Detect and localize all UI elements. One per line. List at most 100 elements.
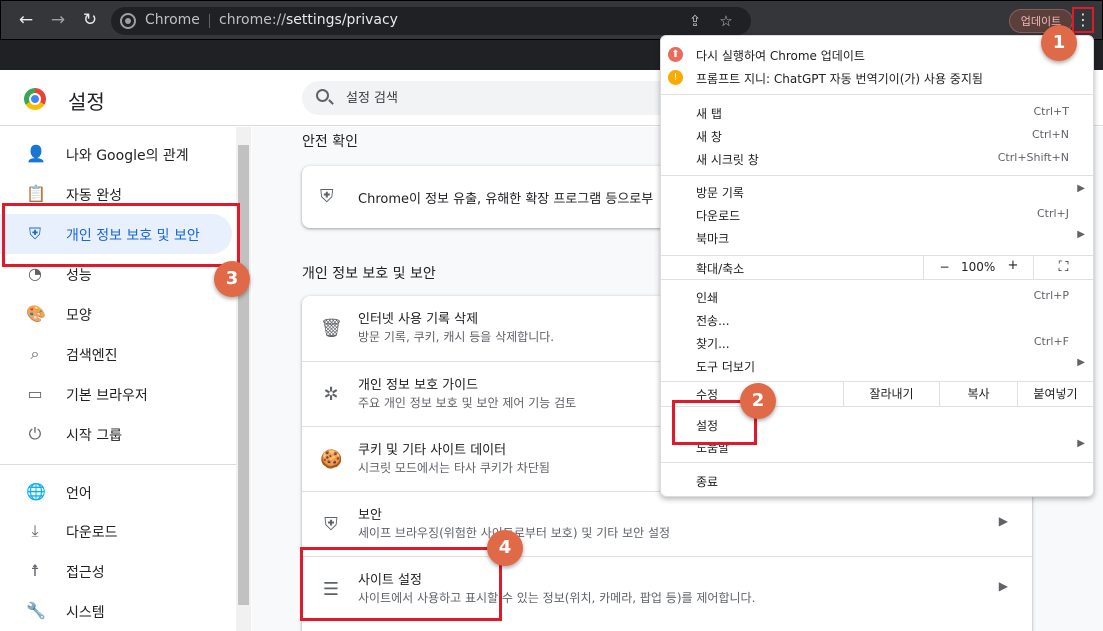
row-title: 개인 정보 보호 가이드 bbox=[358, 378, 479, 393]
shield-icon: ⛨ bbox=[324, 514, 338, 535]
palette-icon: 🎨 bbox=[26, 304, 46, 323]
row-title: 쿠키 및 기타 사이트 데이터 bbox=[358, 443, 507, 458]
search-icon bbox=[316, 89, 329, 102]
menu-item-more-tools[interactable]: 도구 더보기 ▶ bbox=[661, 354, 1093, 377]
share-icon[interactable]: ⇪ bbox=[685, 11, 705, 31]
row-desc: 방문 기록, 쿠키, 캐시 등을 삭제합니다. bbox=[358, 330, 555, 344]
chrome-site-icon bbox=[120, 13, 136, 29]
forward-arrow-icon[interactable]: → bbox=[47, 9, 69, 31]
safety-check-heading: 안전 확인 bbox=[302, 134, 358, 150]
trash-icon: 🗑 bbox=[320, 318, 343, 339]
sidebar-item-languages[interactable]: 🌐 언어 bbox=[0, 472, 232, 512]
paste-button[interactable]: 붙여넣기 bbox=[1017, 382, 1093, 406]
sidebar-item-appearance[interactable]: 🎨 모양 bbox=[0, 294, 232, 334]
menu-item-history[interactable]: 방문 기록 ▶ bbox=[661, 180, 1093, 203]
address-separator bbox=[209, 14, 210, 28]
sidebar-item-system[interactable]: 🔧 시스템 bbox=[0, 591, 232, 631]
clipboard-icon: 📋 bbox=[26, 184, 46, 203]
menu-shortcut: Ctrl+N bbox=[1031, 128, 1069, 141]
chevron-right-icon: ▶ bbox=[1077, 438, 1085, 449]
sidebar-item-search-engine[interactable]: ⌕ 검색엔진 bbox=[0, 334, 232, 374]
menu-item-new-window[interactable]: 새 창 Ctrl+N bbox=[661, 124, 1093, 147]
menu-item-bookmarks[interactable]: 북마크 ▶ bbox=[661, 226, 1093, 249]
menu-item-label: 찾기... bbox=[696, 337, 730, 351]
sidebar-item-label: 언어 bbox=[66, 486, 92, 502]
row-title: 인터넷 사용 기록 삭제 bbox=[358, 312, 479, 327]
menu-shortcut: Ctrl+J bbox=[1036, 207, 1069, 220]
safety-check-text: Chrome이 정보 유출, 유해한 확장 프로그램 등으로부 bbox=[358, 192, 654, 207]
bookmark-star-icon[interactable]: ☆ bbox=[716, 11, 736, 31]
menu-item-label: 도구 더보기 bbox=[696, 360, 756, 374]
menu-item-relaunch-update[interactable]: ⬆ 다시 실행하여 Chrome 업데이트 bbox=[661, 43, 1093, 66]
sidebar-item-label: 자동 완성 bbox=[66, 188, 122, 204]
row-desc: 주요 개인 정보 보호 및 보안 제어 기능 검토 bbox=[358, 396, 577, 410]
chevron-right-icon: ▶ bbox=[1077, 229, 1085, 240]
menu-shortcut: Ctrl+P bbox=[1033, 289, 1069, 302]
chrome-logo-icon bbox=[24, 88, 46, 110]
globe-icon: 🌐 bbox=[26, 482, 46, 501]
sidebar-item-on-startup[interactable]: ⏻ 시작 그룹 bbox=[0, 414, 232, 454]
speedometer-icon: ◔ bbox=[28, 264, 42, 283]
site-chip: Chrome bbox=[145, 12, 200, 28]
search-input[interactable] bbox=[346, 88, 646, 108]
menu-item-label: 전송... bbox=[696, 314, 730, 328]
menu-item-find[interactable]: 찾기... Ctrl+F bbox=[661, 331, 1093, 354]
privacy-heading: 개인 정보 보호 및 보안 bbox=[302, 266, 436, 282]
chevron-right-icon: ▶ bbox=[998, 514, 1008, 528]
reload-icon[interactable]: ↻ bbox=[79, 9, 101, 31]
accessibility-icon: ☨ bbox=[30, 561, 40, 580]
fullscreen-icon[interactable]: ⛶ bbox=[1033, 256, 1093, 279]
update-arrow-icon: ⬆ bbox=[668, 47, 683, 62]
menu-item-cast[interactable]: 전송... bbox=[661, 308, 1093, 331]
annotation-box-site-settings bbox=[300, 547, 502, 621]
chrome-menu-kebab-icon[interactable]: ⋮ bbox=[1072, 7, 1094, 33]
menu-item-label: 다운로드 bbox=[696, 209, 741, 223]
menu-item-new-incognito[interactable]: 새 시크릿 창 Ctrl+Shift+N bbox=[661, 147, 1093, 170]
zoom-out-button[interactable]: − bbox=[923, 256, 965, 279]
zoom-value: 100% bbox=[961, 260, 996, 274]
sidebar-item-label: 시스템 bbox=[66, 605, 105, 621]
menu-item-extension-disabled[interactable]: ! 프롬프트 지니: ChatGPT 자동 번역기이(가) 사용 중지됨 bbox=[661, 66, 1093, 89]
warning-icon: ! bbox=[668, 70, 683, 85]
menu-item-label: 종료 bbox=[696, 475, 719, 489]
sidebar-item-label: 나와 Google의 관계 bbox=[66, 148, 189, 164]
menu-item-downloads[interactable]: 다운로드 Ctrl+J bbox=[661, 203, 1093, 226]
menu-divider bbox=[661, 175, 1093, 176]
menu-item-exit[interactable]: 종료 bbox=[661, 469, 1093, 492]
sidebar-item-label: 검색엔진 bbox=[66, 348, 118, 364]
menu-item-new-tab[interactable]: 새 탭 Ctrl+T bbox=[661, 101, 1093, 124]
sidebar-item-label: 다운로드 bbox=[66, 525, 118, 541]
menu-item-label: 북마크 bbox=[696, 232, 730, 246]
power-icon: ⏻ bbox=[28, 424, 42, 443]
zoom-in-button[interactable]: + bbox=[999, 258, 1027, 273]
url-text[interactable]: chrome://settings/privacy bbox=[219, 12, 398, 28]
page-title: 설정 bbox=[68, 90, 105, 114]
menu-item-label: 인쇄 bbox=[696, 291, 719, 305]
settings-search[interactable] bbox=[302, 81, 722, 115]
menu-item-label: 새 창 bbox=[696, 130, 722, 144]
menu-shortcut: Ctrl+F bbox=[1033, 335, 1069, 348]
sidebar-item-downloads[interactable]: ⤓ 다운로드 bbox=[0, 511, 232, 551]
copy-button[interactable]: 복사 bbox=[939, 382, 1017, 406]
sidebar-item-default-browser[interactable]: ▭ 기본 브라우저 bbox=[0, 374, 232, 414]
menu-item-label: 새 시크릿 창 bbox=[696, 153, 759, 167]
address-bar[interactable]: Chrome chrome://settings/privacy ⇪ ☆ bbox=[111, 7, 751, 35]
row-title: 보안 bbox=[358, 508, 382, 523]
sidebar-divider bbox=[0, 464, 236, 465]
search-icon: ⌕ bbox=[30, 344, 40, 363]
sidebar-item-accessibility[interactable]: ☨ 접근성 bbox=[0, 551, 232, 591]
cookie-icon: 🍪 bbox=[320, 449, 343, 470]
step-badge-4: 4 bbox=[487, 530, 523, 566]
annotation-box-privacy bbox=[2, 203, 240, 267]
menu-item-label: 방문 기록 bbox=[696, 186, 744, 200]
wrench-icon: 🔧 bbox=[26, 601, 46, 620]
sidebar-item-you-and-google[interactable]: 👤 나와 Google의 관계 bbox=[0, 134, 232, 174]
menu-item-print[interactable]: 인쇄 Ctrl+P bbox=[661, 285, 1093, 308]
download-icon: ⤓ bbox=[31, 521, 39, 540]
row-desc: 시크릿 모드에서는 타사 쿠키가 차단됨 bbox=[358, 461, 550, 475]
menu-divider bbox=[661, 94, 1093, 95]
cut-button[interactable]: 잘라내기 bbox=[843, 382, 939, 406]
menu-item-label: 프롬프트 지니: ChatGPT 자동 번역기이(가) 사용 중지됨 bbox=[696, 72, 983, 86]
back-arrow-icon[interactable]: ← bbox=[15, 9, 37, 31]
menu-divider bbox=[661, 279, 1093, 280]
